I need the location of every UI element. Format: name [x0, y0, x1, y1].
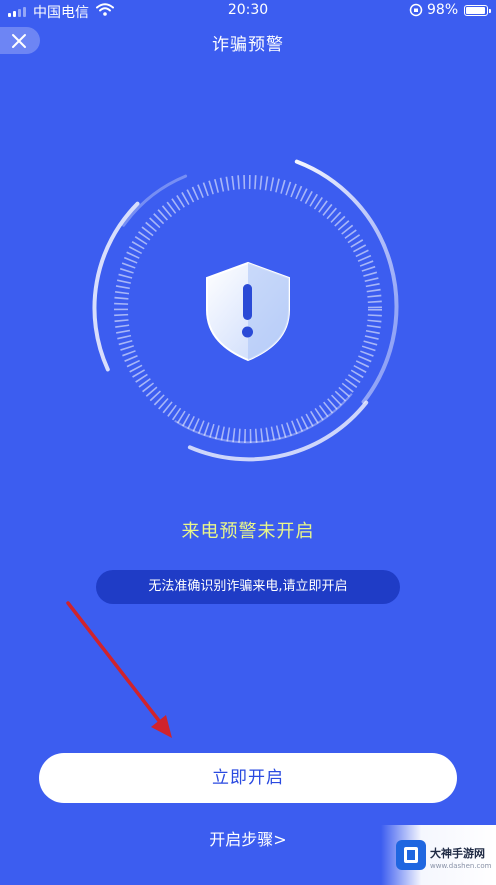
watermark-text: 大神手游网 — [430, 847, 485, 860]
battery-icon — [464, 5, 491, 16]
watermark-url: www.dashen.com — [430, 862, 492, 870]
status-bar: 中国电信 20:30 98% — [0, 0, 496, 22]
enable-now-button[interactable]: 立即开启 — [39, 753, 457, 803]
rotation-lock-icon — [409, 3, 423, 17]
hint-banner: 无法准确识别诈骗来电,请立即开启 — [96, 570, 400, 604]
battery-percent: 98% — [427, 2, 459, 18]
scan-dial — [92, 159, 399, 462]
page-title: 诈骗预警 — [212, 35, 284, 55]
watermark-logo-icon — [396, 840, 426, 870]
alert-status-text: 来电预警未开启 — [181, 521, 315, 542]
